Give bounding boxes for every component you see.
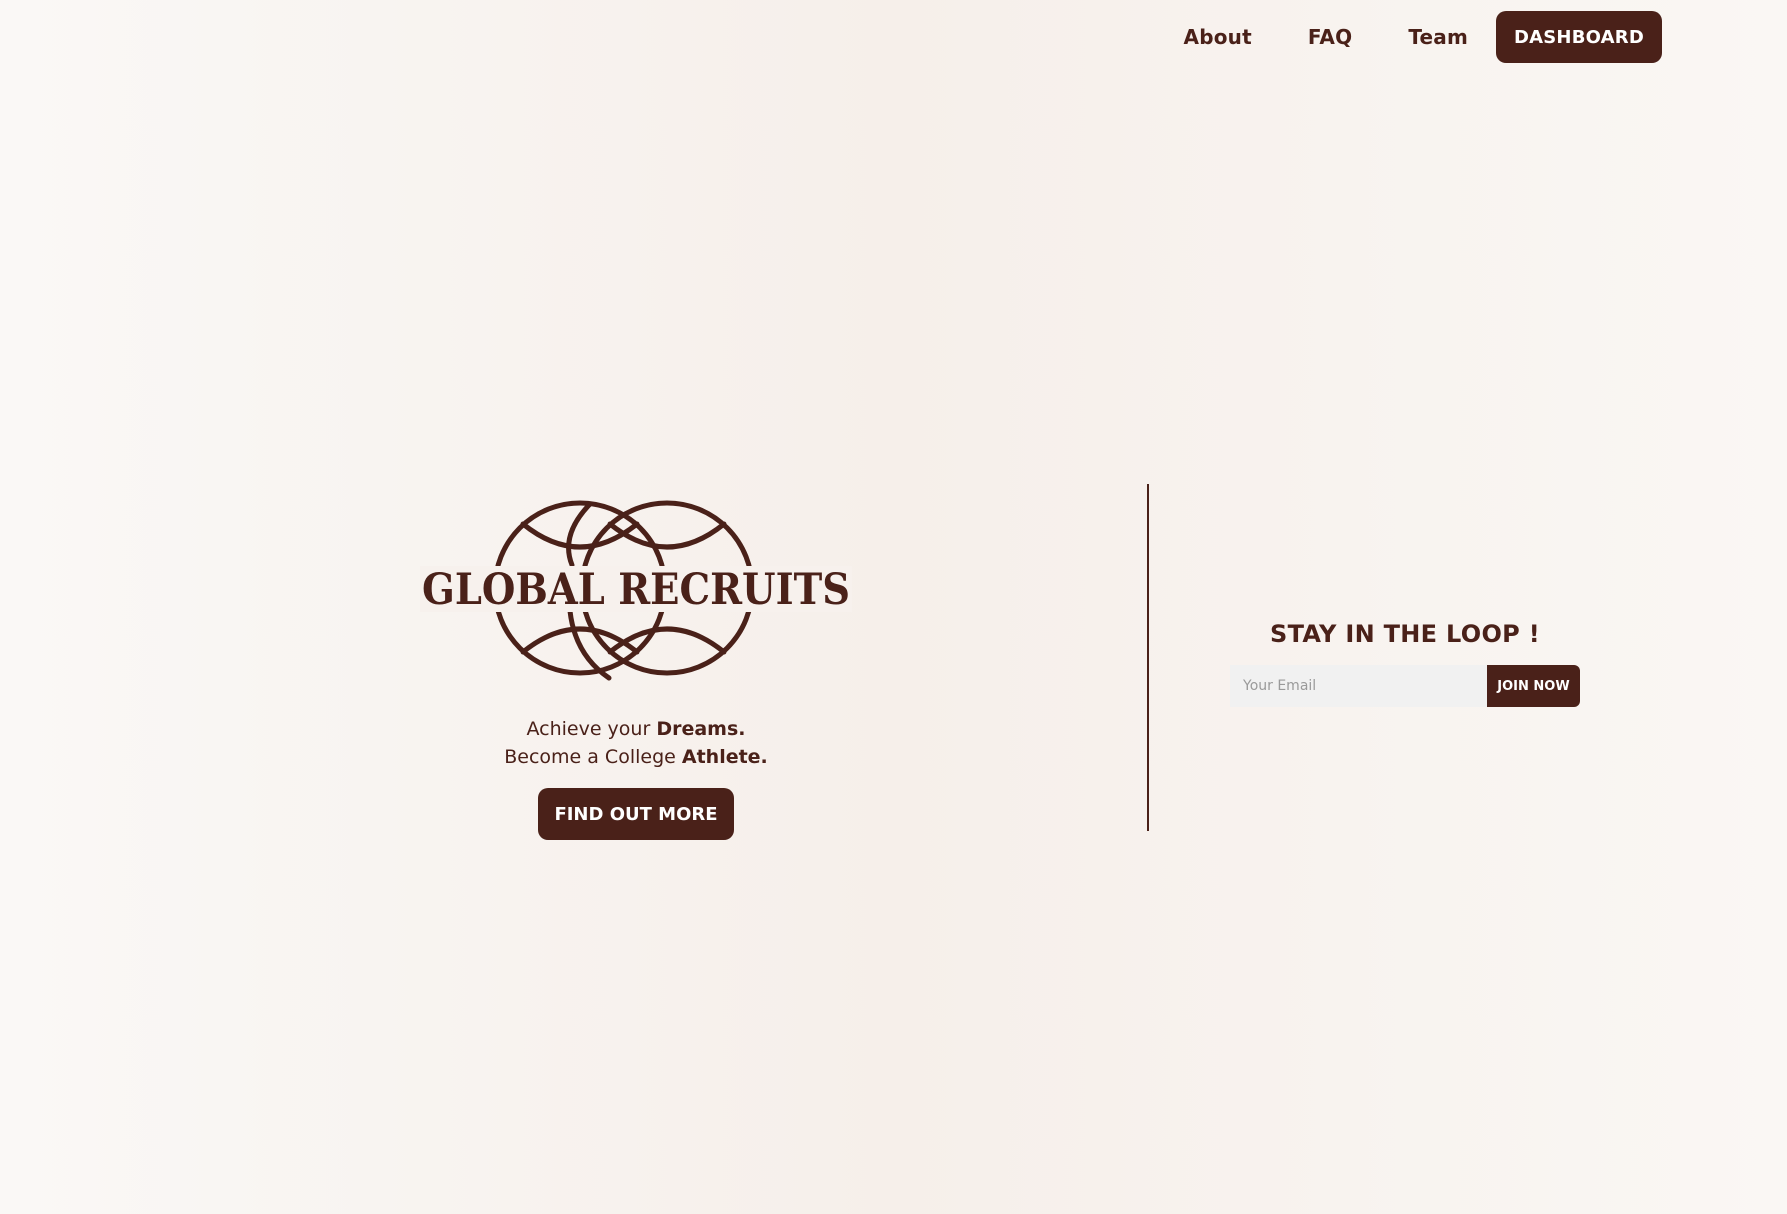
tagline-line-1-emphasis: Dreams. — [656, 718, 746, 740]
tagline-line-2: Become a College Athlete. — [420, 743, 852, 771]
hero-tagline: Achieve your Dreams. Become a College At… — [420, 715, 852, 771]
dashboard-button[interactable]: DASHBOARD — [1496, 11, 1662, 63]
newsletter-title: STAY IN THE LOOP ! — [1270, 620, 1540, 648]
top-nav: About FAQ Team DASHBOARD — [1184, 11, 1662, 63]
tagline-line-1: Achieve your Dreams. — [420, 715, 852, 743]
find-out-more-button[interactable]: FIND OUT MORE — [538, 788, 734, 840]
tagline-line-2-text: Become a College — [504, 746, 682, 768]
newsletter-form: JOIN NOW — [1230, 665, 1580, 707]
newsletter-section: STAY IN THE LOOP ! JOIN NOW — [1230, 620, 1580, 707]
tagline-line-1-text: Achieve your — [526, 718, 657, 740]
join-now-button[interactable]: JOIN NOW — [1487, 665, 1580, 707]
global-recruits-logo: GLOBAL RECRUITS — [420, 500, 852, 681]
nav-faq-link[interactable]: FAQ — [1308, 25, 1352, 49]
hero-section: GLOBAL RECRUITS Achieve your Dreams. Bec… — [420, 500, 852, 840]
vertical-divider — [1147, 484, 1149, 831]
nav-team-link[interactable]: Team — [1408, 25, 1468, 49]
logo-wordmark: GLOBAL RECRUITS — [422, 565, 850, 615]
email-input[interactable] — [1230, 665, 1487, 707]
nav-about-link[interactable]: About — [1184, 25, 1252, 49]
tagline-line-2-emphasis: Athlete. — [681, 746, 768, 768]
